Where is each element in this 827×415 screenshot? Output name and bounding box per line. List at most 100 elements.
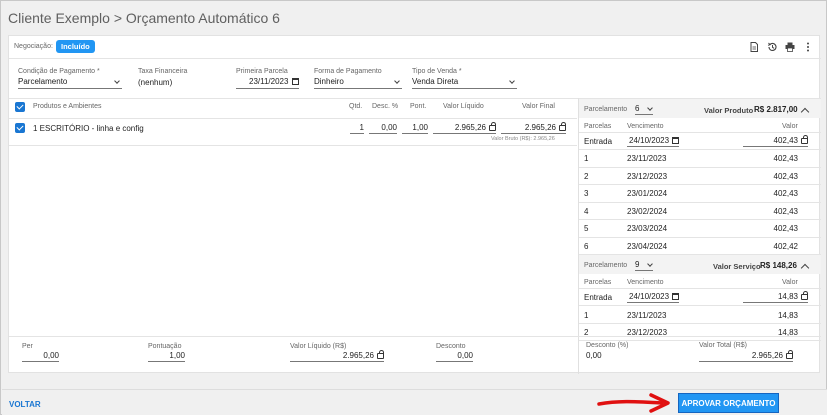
- parcel-date: 23/11/2023: [627, 154, 667, 163]
- red-arrow-annotation: [597, 393, 670, 413]
- produto-parcelamento-select[interactable]: 6: [635, 104, 653, 115]
- aprovar-orcamento-button[interactable]: APROVAR ORÇAMENTO: [678, 393, 779, 413]
- desconto-input[interactable]: 0,00: [436, 351, 473, 362]
- entrada-label: Entrada: [584, 293, 613, 302]
- entrada-date-field[interactable]: 24/10/2023: [627, 136, 679, 147]
- row-divider: [579, 201, 821, 203]
- parcel-number: 2: [584, 171, 589, 181]
- pontuacao-label: Pontuação: [148, 343, 182, 350]
- row-divider: [579, 166, 821, 168]
- calendar-icon[interactable]: [672, 293, 679, 300]
- parcelas-header: Parcelas: [584, 123, 612, 130]
- select-all-checkbox[interactable]: [15, 102, 25, 112]
- row-divider: [579, 236, 821, 238]
- parcel-number: 5: [584, 224, 589, 233]
- col-desc: Desc. %: [372, 103, 399, 110]
- parcel-value: 402,43: [773, 206, 798, 216]
- parcel-number: 6: [584, 241, 589, 251]
- parcel-date: 23/02/2024: [627, 206, 668, 216]
- parcel-date: 23/04/2024: [627, 241, 668, 251]
- page-title: Cliente Exemplo > Orçamento Automático 6: [8, 10, 280, 26]
- col-final: Valor Final: [522, 103, 555, 110]
- valor-total-field[interactable]: 2.965,26: [699, 350, 793, 362]
- servico-parcelamento-select[interactable]: 9: [635, 260, 653, 271]
- valor-bruto-note: Valor Bruto (R$): 2.965,26: [491, 136, 555, 142]
- parcel-value: 402,42: [773, 241, 798, 251]
- more-vert-icon[interactable]: [803, 42, 813, 52]
- desconto-pct-label: Desconto (%): [586, 342, 629, 349]
- parcel-date: 23/01/2024: [627, 189, 668, 198]
- voltar-link[interactable]: VOLTAR: [9, 400, 41, 409]
- parcel-number: 1: [584, 154, 589, 163]
- entrada-value-field[interactable]: 402,43: [743, 135, 808, 147]
- row-divider: [579, 323, 821, 324]
- parcel-number: 1: [584, 311, 589, 320]
- parcel-date: 23/11/2023: [627, 311, 667, 320]
- footer-bar: VOLTAR APROVAR ORÇAMENTO: [2, 389, 827, 415]
- parcel-number: 3: [584, 189, 589, 198]
- chevron-down-icon: [647, 105, 653, 111]
- per-input[interactable]: 0,00: [22, 351, 59, 362]
- taxa-label: Taxa Financeira: [138, 68, 188, 75]
- qtd-input[interactable]: 1: [350, 123, 364, 134]
- parcel-date: 23/03/2024: [627, 224, 668, 233]
- calendar-icon[interactable]: [292, 78, 299, 85]
- print-icon[interactable]: [785, 42, 795, 52]
- parcel-date: 23/12/2023: [627, 171, 668, 181]
- document-icon[interactable]: [749, 42, 759, 52]
- desc-input[interactable]: 0,00: [369, 123, 397, 134]
- forma-label: Forma de Pagamento: [314, 68, 382, 75]
- parcel-value: 402,43: [773, 154, 798, 163]
- chevron-down-icon: [509, 78, 515, 84]
- lock-icon: [559, 122, 566, 131]
- parcel-value: 14,83: [777, 311, 798, 320]
- primeira-parcela-label: Primeira Parcela: [236, 68, 288, 75]
- final-input[interactable]: 2.965,26: [501, 122, 566, 134]
- primeira-parcela-field[interactable]: 23/11/2023: [236, 77, 299, 89]
- chevron-down-icon: [114, 78, 120, 84]
- liquido-input[interactable]: 2.965,26: [433, 122, 496, 134]
- entrada-value-field[interactable]: 14,83: [743, 291, 808, 303]
- desconto-pct-value: 0,00: [586, 351, 602, 360]
- lock-icon: [801, 291, 808, 300]
- col-qtd: Qtd.: [349, 103, 363, 110]
- forma-select[interactable]: Dinheiro: [314, 77, 402, 89]
- parcel-value: 402,43: [773, 171, 798, 181]
- tipo-select[interactable]: Venda Direta: [412, 77, 517, 89]
- valor-produto-label: Valor Produto: [704, 106, 754, 115]
- app-frame: Cliente Exemplo > Orçamento Automático 6…: [0, 0, 827, 415]
- entrada-date-field[interactable]: 24/10/2023: [627, 292, 679, 303]
- status-badge: Incluído: [56, 40, 95, 53]
- valor-header: Valor: [782, 279, 798, 286]
- row-divider: [579, 340, 821, 341]
- calendar-icon[interactable]: [672, 137, 679, 144]
- parcel-number: 4: [584, 206, 589, 216]
- history-icon[interactable]: [767, 42, 777, 52]
- chevron-down-icon: [394, 78, 400, 84]
- row-checkbox[interactable]: [15, 123, 25, 133]
- taxa-value[interactable]: (nenhum): [138, 78, 172, 87]
- condicao-select[interactable]: Parcelamento: [18, 77, 122, 89]
- vencimento-header: Vencimento: [627, 123, 664, 130]
- col-pont: Pont.: [410, 103, 427, 110]
- lock-icon: [786, 350, 793, 359]
- negociacao-label: Negociação:: [14, 43, 53, 50]
- per-label: Per: [22, 343, 33, 350]
- product-name[interactable]: 1 ESCRITÓRIO - linha e config: [33, 124, 144, 133]
- quote-panel: Negociação: Incluído Condição de Pagamen…: [8, 35, 821, 374]
- row-divider: [579, 184, 821, 185]
- valor-header: Valor: [782, 123, 798, 130]
- parcelas-header: Parcelas: [584, 279, 612, 286]
- pontuacao-input[interactable]: 1,00: [148, 351, 185, 362]
- parcel-value: 402,43: [773, 189, 798, 198]
- col-liquido: Valor Líquido: [443, 103, 484, 110]
- vencimento-header: Vencimento: [627, 279, 664, 286]
- valor-liquido-field[interactable]: 2.965,26: [290, 350, 384, 362]
- tipo-label: Tipo de Venda *: [412, 68, 462, 75]
- parcelamento-label: Parcelamento: [584, 106, 628, 113]
- pont-input[interactable]: 1,00: [402, 123, 428, 134]
- condicao-label: Condição de Pagamento *: [18, 68, 100, 75]
- lock-icon: [489, 122, 496, 131]
- desconto-label: Desconto: [436, 343, 466, 350]
- valor-total-label: Valor Total (R$): [699, 342, 747, 349]
